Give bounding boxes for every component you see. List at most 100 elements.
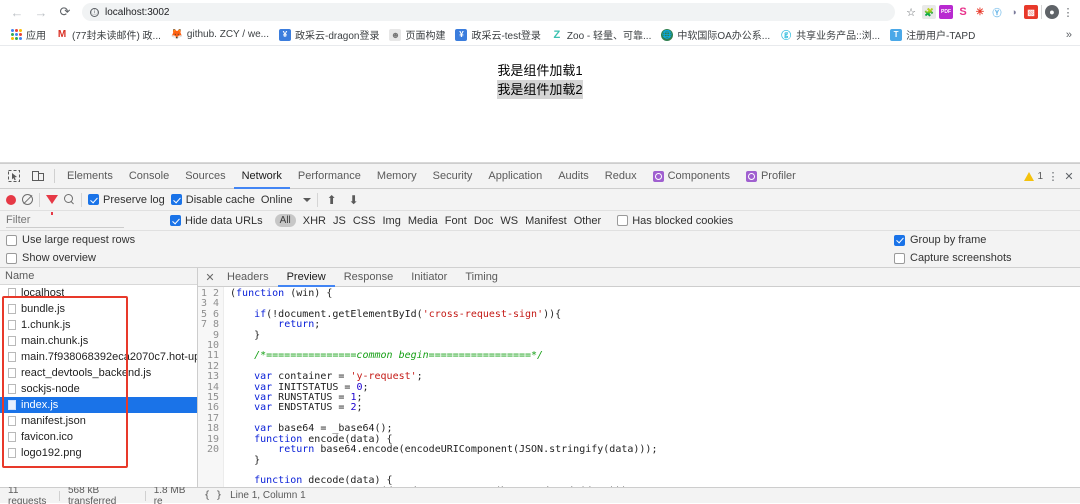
extension-icon-s[interactable]: S [956, 5, 970, 19]
blocked-cookies-checkbox[interactable]: Has blocked cookies [617, 215, 733, 227]
group-by-frame-checkbox[interactable]: Group by frame [894, 234, 1074, 246]
inspect-element-icon[interactable] [2, 164, 26, 188]
filter-input[interactable] [6, 213, 124, 228]
bookmark-item-1[interactable]: 🦊 github. ZCY / we... [167, 27, 275, 43]
import-har-icon[interactable]: ⬆ [324, 193, 340, 207]
warning-badge[interactable]: 1 [1024, 171, 1043, 182]
shared-product-icon: ⓖ [780, 28, 793, 41]
large-rows-checkbox[interactable]: Use large request rows [6, 234, 135, 246]
table-row[interactable]: logo192.png [0, 445, 197, 461]
extension-icon-asterisk[interactable]: ✳ [973, 5, 987, 19]
extension-icon-capture[interactable]: ▧ [1024, 5, 1038, 19]
forward-icon[interactable]: → [30, 1, 52, 23]
table-row[interactable]: favicon.ico [0, 429, 197, 445]
tab-sources[interactable]: Sources [177, 164, 233, 189]
extension-icon-o[interactable]: ◑ [1007, 5, 1021, 19]
table-row-selected[interactable]: index.js [0, 397, 197, 413]
filter-icon[interactable] [46, 195, 58, 215]
request-name: favicon.ico [21, 431, 73, 443]
tab-headers[interactable]: Headers [218, 268, 278, 287]
preserve-log-checkbox[interactable]: Preserve log [88, 194, 165, 206]
request-list[interactable]: localhost bundle.js 1.chunk.js main.chun… [0, 285, 197, 487]
bookmark-item-6[interactable]: 🌐 中软国际OA办公系... [657, 25, 776, 44]
bookmark-item-2[interactable]: ¥ 政采云-dragon登录 [275, 25, 385, 44]
tab-timing[interactable]: Timing [456, 268, 507, 287]
blocked-cookies-label: Has blocked cookies [632, 214, 734, 227]
bookmark-item-4[interactable]: ¥ 政采云-test登录 [451, 25, 546, 44]
extension-icon-pdf[interactable]: PDF [939, 5, 953, 19]
table-row[interactable]: sockjs-node [0, 381, 197, 397]
file-icon [8, 304, 16, 314]
table-row[interactable]: 1.chunk.js [0, 317, 197, 333]
filter-type-ws[interactable]: WS [500, 215, 518, 227]
tab-response[interactable]: Response [335, 268, 403, 287]
tab-network-label: Network [241, 169, 282, 182]
filter-type-other[interactable]: Other [574, 215, 602, 227]
bookmark-star-icon[interactable]: ☆ [903, 6, 919, 19]
devtools-menu-icon[interactable]: ⋮ [1047, 170, 1059, 183]
show-overview-checkbox[interactable]: Show overview [6, 252, 96, 264]
throttling-select[interactable]: Online [261, 194, 311, 206]
filter-type-manifest[interactable]: Manifest [525, 215, 567, 227]
filter-type-xhr[interactable]: XHR [303, 215, 326, 227]
capture-screenshots-checkbox[interactable]: Capture screenshots [894, 252, 1074, 264]
filter-type-media[interactable]: Media [408, 215, 438, 227]
code-preview[interactable]: 1 2 3 4 5 6 7 8 9 10 11 12 13 14 15 16 1… [198, 287, 1080, 487]
browser-menu-icon[interactable]: ⋮ [1062, 6, 1074, 19]
tab-audits[interactable]: Audits [550, 164, 597, 189]
bookmark-item-7[interactable]: ⓖ 共享业务产品::浏... [776, 25, 886, 44]
resource-type-filters: All XHR JS CSS Img Media Font Doc WS Man… [274, 214, 602, 227]
pretty-print-icon[interactable]: { } [204, 490, 222, 501]
tab-profiler[interactable]: Profiler [738, 164, 804, 189]
tab-initiator[interactable]: Initiator [402, 268, 456, 287]
devtools-close-icon[interactable]: ✕ [1063, 170, 1075, 183]
bookmark-item-3[interactable]: ☻ 页面构建 [385, 25, 451, 44]
table-row[interactable]: manifest.json [0, 413, 197, 429]
address-bar[interactable]: ⓘ localhost:3002 [82, 3, 895, 21]
filter-type-css[interactable]: CSS [353, 215, 376, 227]
bookmark-item-8[interactable]: T 注册用户-TAPD [886, 25, 981, 44]
search-icon[interactable] [64, 194, 75, 205]
tab-redux[interactable]: Redux [597, 164, 645, 189]
table-row[interactable]: bundle.js [0, 301, 197, 317]
extension-icon-y[interactable]: Ⓨ [990, 5, 1004, 19]
bookmarks-overflow-icon[interactable]: » [1066, 29, 1074, 41]
file-icon [8, 336, 16, 346]
export-har-icon[interactable]: ⬇ [346, 193, 362, 207]
tab-console[interactable]: Console [121, 164, 177, 189]
tab-preview[interactable]: Preview [278, 268, 335, 287]
reload-icon[interactable]: ⟳ [54, 1, 76, 23]
device-toolbar-icon[interactable] [26, 164, 50, 188]
tab-application[interactable]: Application [480, 164, 550, 189]
hide-data-urls-checkbox[interactable]: Hide data URLs [170, 215, 263, 227]
clear-icon[interactable] [22, 194, 33, 205]
filter-type-js[interactable]: JS [333, 215, 346, 227]
bookmark-item-0[interactable]: M (77封未读邮件) 政... [52, 25, 167, 44]
tab-memory[interactable]: Memory [369, 164, 425, 189]
tab-profiler-label: Profiler [760, 169, 796, 182]
request-column-header[interactable]: Name [0, 268, 197, 285]
extension-icon-puzzle[interactable]: 🧩 [922, 5, 936, 19]
bookmark-apps[interactable]: 应用 [6, 25, 52, 44]
bookmark-item-5[interactable]: Z Zoo - 轻量、可靠... [547, 25, 657, 44]
filter-type-font[interactable]: Font [445, 215, 467, 227]
tab-elements[interactable]: Elements [59, 164, 121, 189]
back-icon[interactable]: ← [6, 1, 28, 23]
filter-type-all[interactable]: All [274, 214, 296, 227]
filter-type-img[interactable]: Img [382, 215, 400, 227]
tab-network[interactable]: Network [234, 164, 290, 189]
avatar[interactable]: ● [1045, 5, 1059, 19]
site-info-icon[interactable]: ⓘ [90, 7, 99, 17]
tab-components[interactable]: Components [645, 164, 738, 189]
table-row[interactable]: localhost [0, 285, 197, 301]
table-row[interactable]: main.chunk.js [0, 333, 197, 349]
tab-performance[interactable]: Performance [290, 164, 369, 189]
record-button-icon[interactable] [6, 194, 16, 205]
close-detail-icon[interactable]: ✕ [202, 271, 218, 284]
request-name: manifest.json [21, 415, 86, 427]
table-row[interactable]: react_devtools_backend.js [0, 365, 197, 381]
filter-type-doc[interactable]: Doc [474, 215, 494, 227]
tab-security[interactable]: Security [425, 164, 481, 189]
disable-cache-checkbox[interactable]: Disable cache [170, 194, 255, 206]
table-row[interactable]: main.7f938068392eca2070c7.hot-update.js [0, 349, 197, 365]
